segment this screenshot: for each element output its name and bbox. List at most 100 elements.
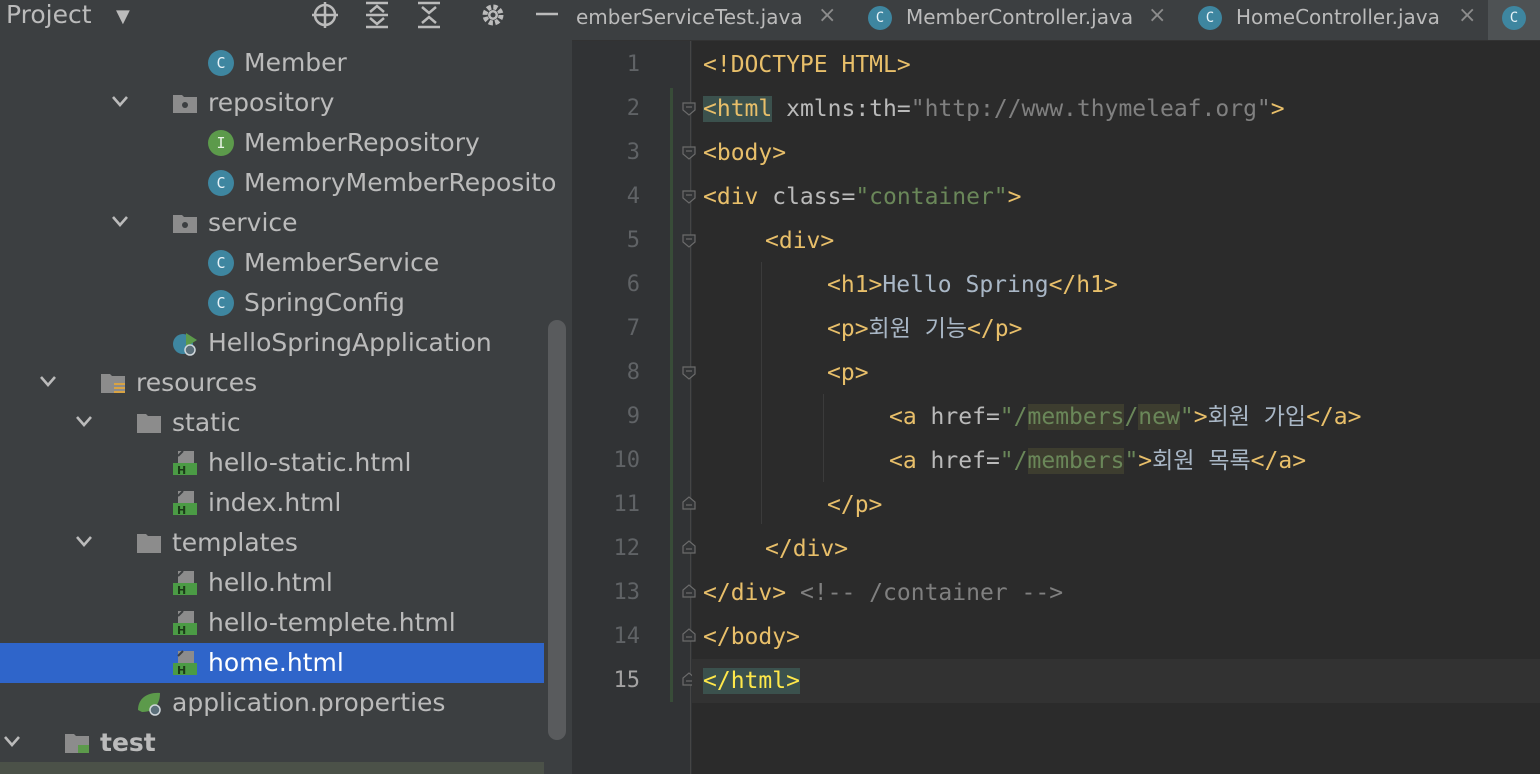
current-line-highlight [692, 659, 1540, 703]
line-number: 8 [626, 360, 640, 385]
html-file-icon: H [172, 570, 198, 597]
chevron-down-icon[interactable] [108, 89, 132, 113]
tree-item[interactable]: C SpringConfig [0, 283, 544, 323]
line-number: 4 [626, 184, 640, 209]
tree-item[interactable]: HelloSpringApplication [0, 323, 544, 363]
close-icon[interactable]: × [818, 3, 836, 28]
tree-item-label: Member [244, 48, 347, 77]
resources-folder-icon [100, 370, 126, 396]
tree-item[interactable]: application.properties [0, 683, 544, 723]
fold-open-icon[interactable] [682, 102, 696, 116]
tree-item-label: static [172, 408, 241, 437]
gear-icon[interactable] [478, 0, 508, 30]
expand-all-icon[interactable] [362, 0, 392, 30]
class-c-icon: C [1198, 6, 1222, 30]
tree-item-label: hello.html [208, 568, 333, 597]
tree-item[interactable]: I MemberRepository [0, 123, 544, 163]
tree-item-label: hello-static.html [208, 448, 412, 477]
code-line-11: </p> [827, 492, 883, 518]
tree-item[interactable]: Hhello.html [0, 563, 544, 603]
chevron-down-icon[interactable] [72, 409, 96, 433]
locate-file-icon[interactable] [310, 0, 340, 30]
indent-guide [761, 262, 762, 524]
tree-item[interactable]: Hindex.html [0, 483, 544, 523]
tree-item[interactable]: C MemoryMemberReposito [0, 163, 556, 203]
fold-open-icon[interactable] [682, 366, 696, 380]
tree-item-label: MemberRepository [244, 128, 480, 157]
svg-text:H: H [177, 504, 186, 516]
line-number: 12 [613, 536, 641, 561]
tree-item[interactable]: C MemberService [0, 243, 544, 283]
tree-item[interactable]: resources [0, 363, 544, 403]
tab-member-service-test[interactable]: emberServiceTest.java × [572, 0, 852, 40]
code-line-10: <a href="/members">회원 목록</a> [889, 448, 1307, 474]
line-number: 2 [626, 96, 640, 121]
tree-item[interactable]: C Member [0, 43, 544, 83]
code-line-15: </html> [703, 668, 800, 694]
code-line-4: <div class="container"> [703, 184, 1022, 210]
html-file-icon: H [172, 650, 198, 677]
tab-member-controller[interactable]: C MemberController.java × [856, 0, 1176, 40]
chevron-down-icon[interactable] [36, 369, 60, 393]
tab-active[interactable]: C [1488, 0, 1540, 40]
indent-guide [823, 394, 824, 482]
class-c-icon: C [208, 50, 234, 76]
line-number: 14 [613, 624, 641, 649]
code-line-14: </body> [703, 624, 800, 650]
tree-item-label: SpringConfig [244, 288, 405, 317]
class-c-icon: C [208, 290, 234, 316]
line-number: 5 [626, 228, 640, 253]
close-icon[interactable]: × [1148, 3, 1166, 28]
tree-item[interactable]: service [0, 203, 544, 243]
tree-item[interactable]: templates [0, 523, 544, 563]
fold-open-icon[interactable] [682, 146, 696, 160]
code-line-7: <p>회원 기능</p> [827, 316, 1023, 342]
tree-item[interactable]: Hhello-templete.html [0, 603, 544, 643]
tree-item-label: MemoryMemberReposito [244, 168, 557, 197]
package-folder-icon [172, 210, 198, 236]
collapse-all-icon[interactable] [414, 0, 444, 30]
code-line-8: <p> [827, 360, 869, 386]
class-c-icon: C [868, 6, 892, 30]
tree-item[interactable]: repository [0, 83, 544, 123]
fold-open-icon[interactable] [682, 190, 696, 204]
chevron-down-icon[interactable] [0, 729, 24, 753]
tree-scrollbar[interactable] [548, 320, 566, 740]
line-number: 1 [626, 52, 640, 77]
html-file-icon: H [172, 490, 198, 517]
close-icon[interactable]: × [1458, 3, 1476, 28]
spring-properties-icon [136, 690, 162, 716]
code-line-5: <div> [765, 228, 835, 254]
project-panel-header: Project ▼ [0, 0, 572, 32]
interface-i-icon: I [208, 130, 234, 156]
tree-item[interactable]: static [0, 403, 544, 443]
minimize-icon[interactable] [532, 0, 562, 30]
tree-item[interactable]: Hhello-static.html [0, 443, 544, 483]
svg-text:H: H [177, 464, 186, 476]
project-panel-title[interactable]: Project [6, 0, 92, 30]
tree-item[interactable]: test [0, 723, 544, 763]
code-line-13: </div> <!-- /container --> [703, 580, 1064, 606]
fold-close-icon[interactable] [682, 496, 696, 510]
fold-close-icon[interactable] [682, 540, 696, 554]
svg-text:H: H [177, 664, 186, 676]
fold-close-icon[interactable] [682, 628, 696, 642]
tree-item-label: test [100, 728, 156, 757]
code-line-2: <html xmlns:th="http://www.thymeleaf.org… [703, 96, 1285, 122]
html-file-icon: H [172, 610, 198, 637]
code-line-12: </div> [765, 536, 849, 562]
chevron-down-icon[interactable]: ▼ [116, 6, 130, 27]
chevron-down-icon[interactable] [108, 209, 132, 233]
line-number: 15 [613, 668, 641, 693]
tree-item-label: MemberService [244, 248, 440, 277]
package-folder-icon [172, 90, 198, 116]
fold-open-icon[interactable] [682, 234, 696, 248]
tree-item-label: application.properties [172, 688, 446, 717]
line-number: 6 [626, 272, 640, 297]
chevron-down-icon[interactable] [72, 529, 96, 553]
class-c-icon: C [1502, 6, 1526, 30]
tab-label: HomeController.java [1236, 5, 1440, 29]
fold-close-icon[interactable] [682, 584, 696, 598]
tree-item[interactable]: Hhome.html [0, 643, 544, 683]
tab-home-controller[interactable]: C HomeController.java × [1186, 0, 1486, 40]
